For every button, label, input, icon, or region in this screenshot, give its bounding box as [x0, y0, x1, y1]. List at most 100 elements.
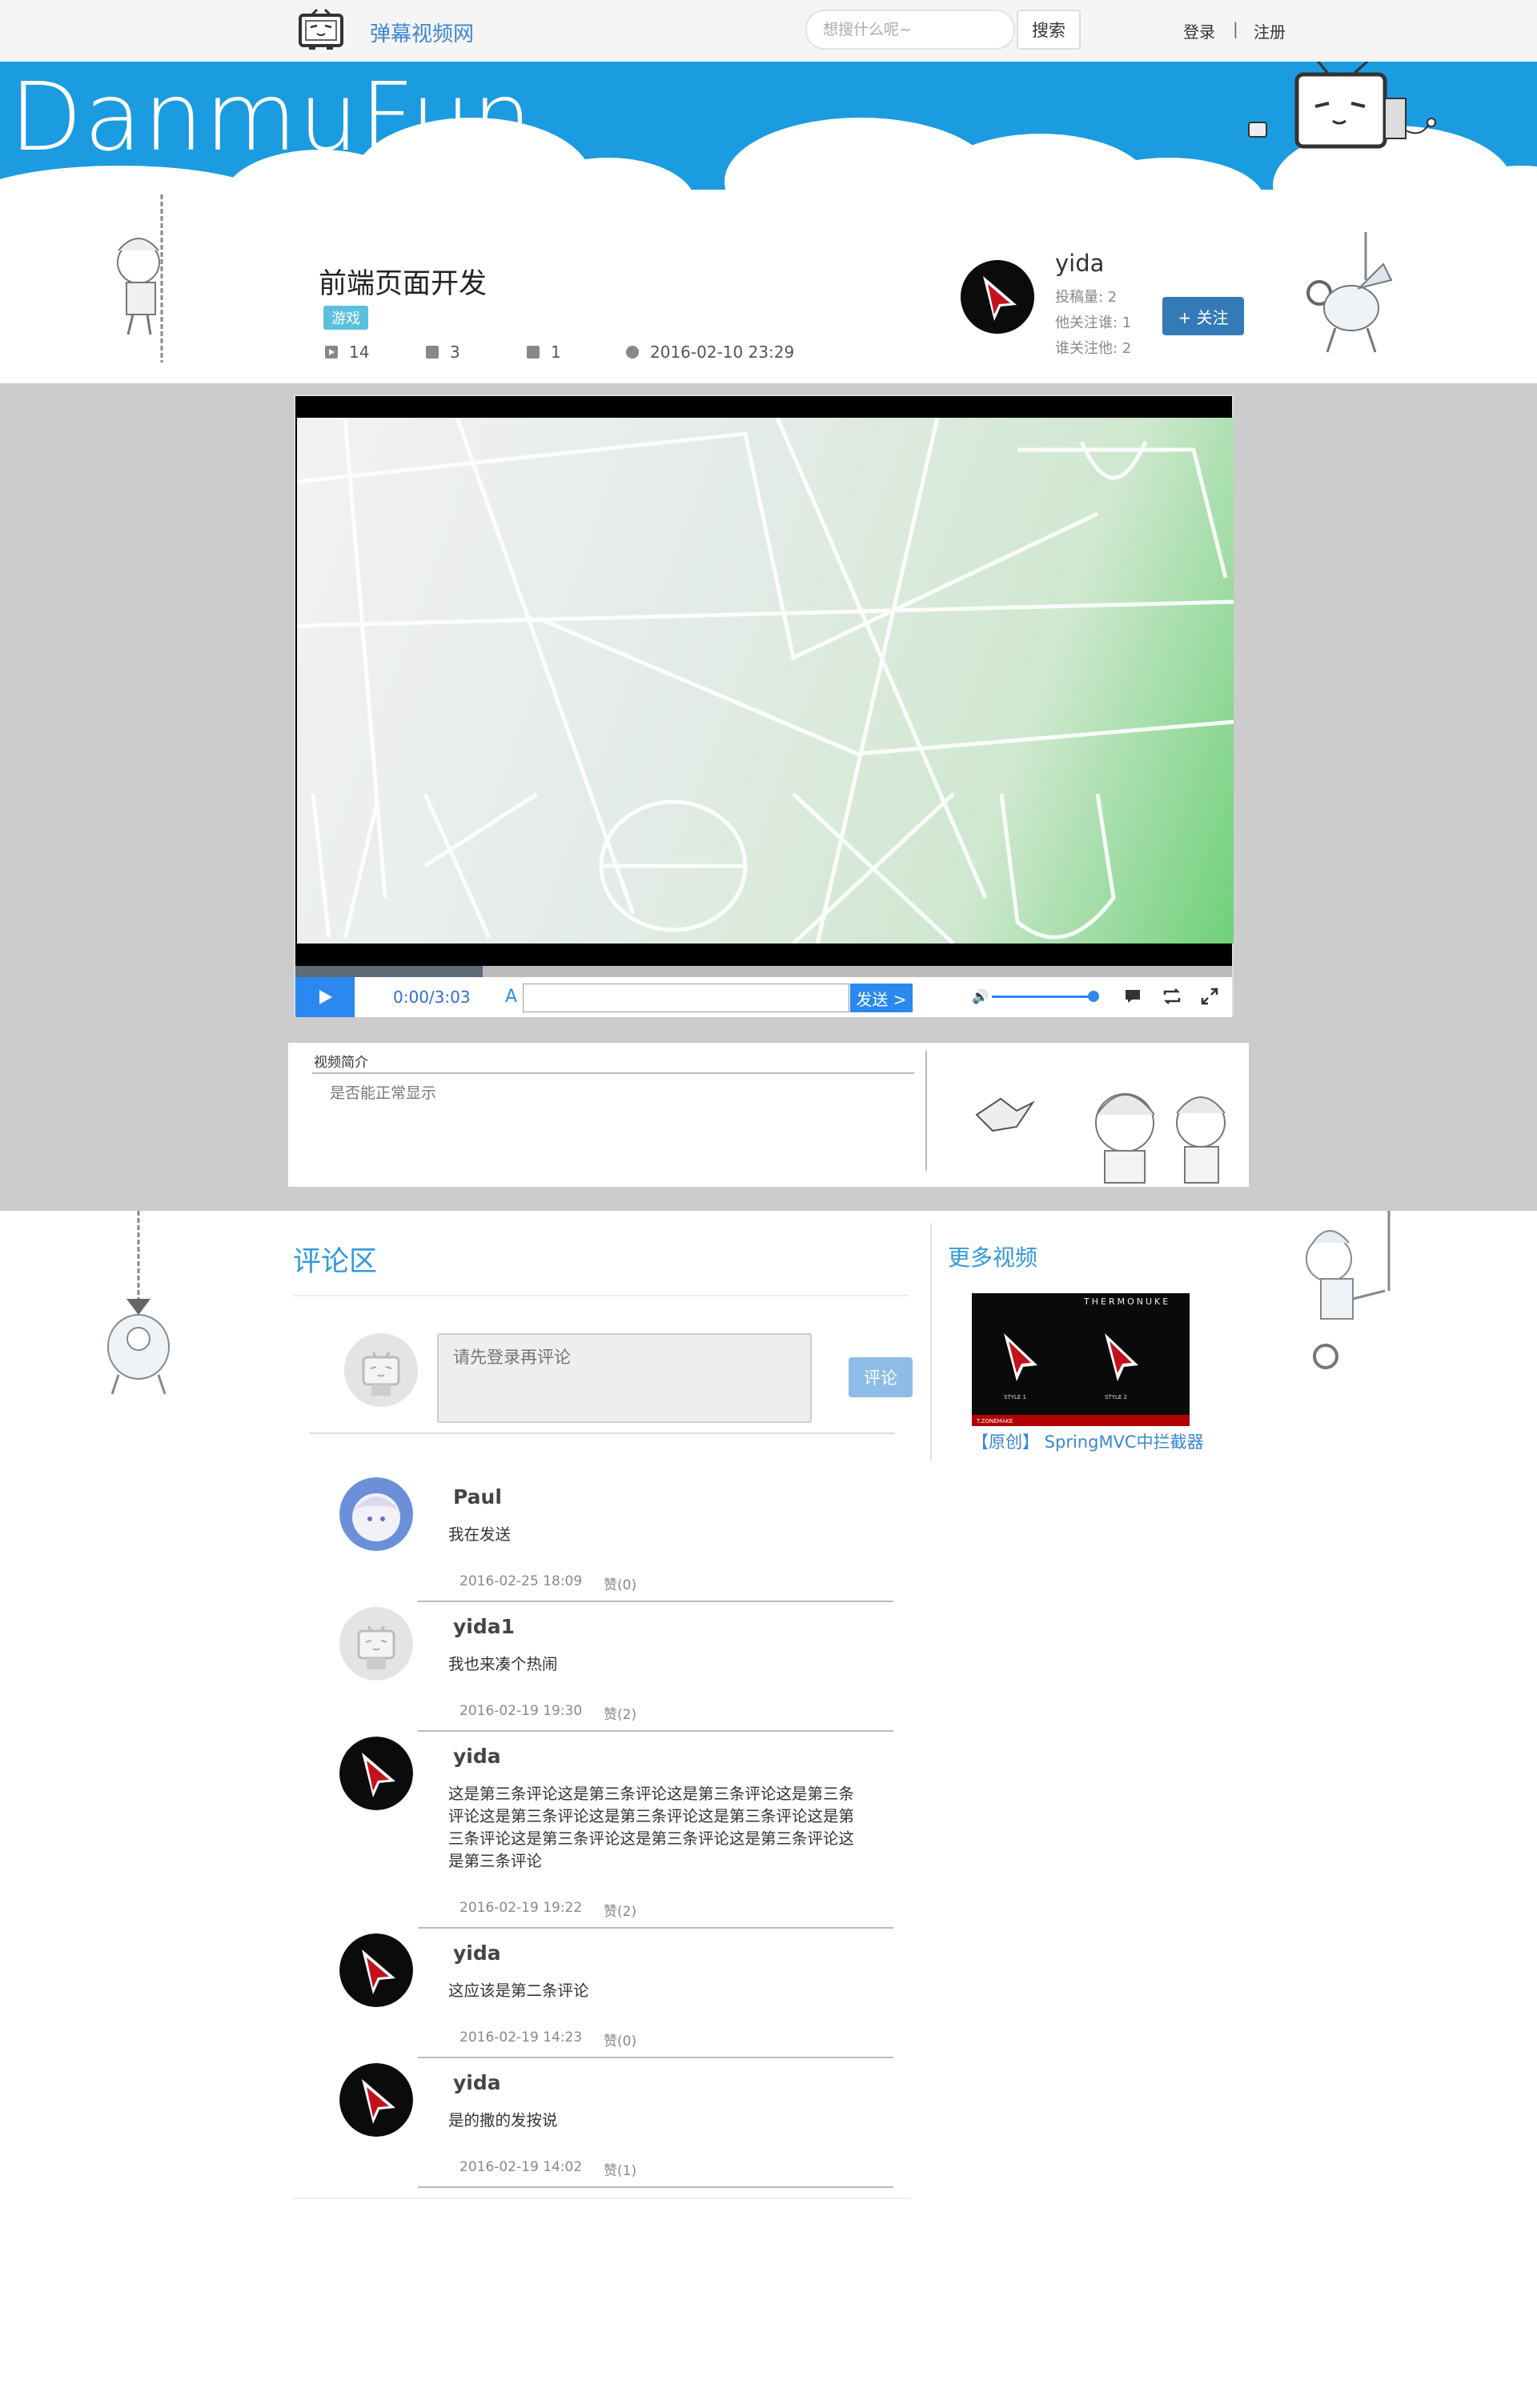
description-vertical-divider — [925, 1051, 927, 1171]
video-frame[interactable] — [297, 418, 1234, 944]
send-danmu-button[interactable]: 发送 > — [850, 984, 913, 1012]
comment-list-bottom-divider — [293, 2198, 911, 2199]
comment-username[interactable]: yida — [453, 1941, 501, 1965]
thumbnail-header-text: THERMONUKE — [1083, 1296, 1170, 1307]
danmu-count-value: 3 — [450, 343, 460, 362]
comment-like-button[interactable]: 赞(1) — [604, 2159, 636, 2179]
comment-like-button[interactable]: 赞(0) — [604, 1573, 636, 1593]
thumbnail-label-1: STYLE 1 — [1004, 1394, 1026, 1400]
comment-input-divider — [309, 1432, 895, 1434]
uploader-name[interactable]: yida — [1055, 250, 1104, 277]
comment-avatar[interactable] — [339, 1607, 413, 1681]
video-player[interactable]: 0:00/3:03 A 发送 > 🔊 — [294, 395, 1234, 1017]
loop-icon[interactable] — [1162, 987, 1182, 1006]
video-content-image — [297, 418, 1234, 944]
comment-like-button[interactable]: 赞(2) — [604, 1900, 636, 1920]
register-link[interactable]: 注册 — [1254, 19, 1286, 42]
banner-title: DanmuFun — [10, 62, 534, 172]
comment-timestamp: 2016-02-19 19:30 — [459, 1703, 583, 1719]
search-input[interactable] — [805, 10, 1015, 50]
comment-username[interactable]: yida — [453, 1745, 501, 1768]
comment-username[interactable]: Paul — [453, 1485, 502, 1509]
uploader-following: 他关注谁: 1 — [1055, 315, 1132, 331]
comment-section-title: 评论区 — [293, 1246, 378, 1278]
thumbnail-footer-text: T.ZONEMAKE — [976, 1418, 1013, 1424]
uploader-followers: 谁关注他: 2 — [1055, 340, 1132, 357]
description-box: 视频简介 是否能正常显示 — [288, 1043, 1249, 1187]
red-arrow-avatar-icon — [339, 1933, 413, 2007]
danmu-input[interactable] — [523, 984, 849, 1012]
hanging-character-lower-right — [1306, 1211, 1391, 1369]
tv-logo-icon[interactable] — [298, 8, 344, 51]
comment-title-divider — [293, 1295, 909, 1296]
login-link[interactable]: 登录 — [1183, 19, 1215, 42]
tv-mascot-icon — [1248, 62, 1436, 149]
player-controls: 0:00/3:03 A 发送 > 🔊 — [295, 977, 1232, 1017]
progress-buffered — [295, 966, 483, 977]
default-tv-avatar-icon — [344, 1333, 418, 1407]
comment-avatar[interactable] — [339, 1737, 413, 1810]
more-video-thumbnail[interactable]: THERMONUKE STYLE 1 STYLE 2 T.ZONEMAKE — [972, 1293, 1190, 1426]
danmu-count-icon — [426, 346, 439, 359]
danmu-style-icon[interactable]: A — [505, 987, 517, 1007]
comment-timestamp: 2016-02-19 14:02 — [459, 2159, 583, 2175]
anime-avatar-icon — [339, 1477, 413, 1551]
time-display: 0:00/3:03 — [393, 988, 471, 1007]
comment-divider — [418, 2057, 893, 2058]
comment-text: 这应该是第二条评论 — [448, 1981, 589, 2000]
volume-knob[interactable] — [1088, 991, 1100, 1002]
more-videos-title: 更多视频 — [948, 1244, 1038, 1271]
default-tv-avatar-icon — [339, 1607, 413, 1681]
red-arrow-logo-icon — [961, 260, 1034, 334]
search-button[interactable]: 搜索 — [1017, 10, 1081, 50]
chibi-illustration — [975, 1093, 1226, 1184]
volume-slider[interactable] — [992, 996, 1094, 998]
play-count: 14 — [325, 343, 369, 362]
banner: DanmuFun — [0, 62, 1537, 194]
follow-button[interactable]: + 关注 — [1162, 297, 1244, 335]
favorite-count-value: 1 — [551, 343, 561, 362]
progress-bar[interactable] — [295, 966, 1232, 977]
current-user-avatar — [344, 1333, 418, 1407]
description-title: 视频简介 — [314, 1055, 368, 1071]
uploader-submissions: 投稿量: 2 — [1055, 289, 1118, 306]
favorite-icon — [527, 346, 540, 359]
comment-username[interactable]: yida — [453, 2071, 501, 2094]
upload-date: 2016-02-10 23:29 — [626, 343, 794, 362]
fullscreen-icon[interactable] — [1200, 987, 1219, 1006]
danmu-toggle-icon[interactable] — [1123, 987, 1142, 1006]
description-divider — [312, 1072, 914, 1074]
comment-avatar[interactable] — [339, 1477, 413, 1551]
comment-divider — [418, 1927, 893, 1929]
favorite-count: 1 — [527, 343, 561, 362]
uploader-avatar[interactable] — [961, 260, 1034, 334]
comment-divider — [418, 1601, 893, 1602]
description-text: 是否能正常显示 — [330, 1084, 437, 1102]
red-arrow-avatar-icon — [339, 1737, 413, 1810]
category-tag[interactable]: 游戏 — [323, 306, 368, 330]
comment-like-button[interactable]: 赞(2) — [604, 1703, 636, 1723]
comment-avatar[interactable] — [339, 2063, 413, 2137]
comment-text: 我在发送 — [448, 1525, 512, 1544]
play-count-value: 14 — [349, 343, 370, 362]
comment-input[interactable] — [437, 1333, 812, 1423]
comment-divider — [418, 1730, 893, 1732]
play-button[interactable] — [295, 977, 355, 1017]
comment-text: 我也来凑个热闹 — [448, 1655, 558, 1673]
danmu-count: 3 — [426, 343, 460, 362]
comment-username[interactable]: yida1 — [453, 1615, 515, 1638]
comment-divider — [418, 2186, 893, 2188]
more-video-title-link[interactable]: 【原创】 SpringMVC中拦截器 — [972, 1429, 1204, 1453]
comment-text: 这是第三条评论这是第三条评论这是第三条评论这是第三条评论这是第三条评论这是第三条… — [448, 1785, 855, 1870]
hanging-character-lower-left — [107, 1211, 170, 1395]
comment-timestamp: 2016-02-19 14:23 — [459, 2029, 583, 2045]
volume-icon[interactable]: 🔊 — [972, 989, 989, 1005]
video-title: 前端页面开发 — [319, 268, 488, 300]
site-name-link[interactable]: 弹幕视频网 — [370, 18, 474, 47]
comment-like-button[interactable]: 赞(0) — [604, 2029, 636, 2049]
comment-avatar[interactable] — [339, 1933, 413, 2007]
submit-comment-button[interactable]: 评论 — [849, 1357, 913, 1397]
red-arrow-avatar-icon — [339, 2063, 413, 2137]
thumbnail-label-2: STYLE 2 — [1105, 1394, 1127, 1400]
hanging-character-left — [117, 194, 163, 363]
